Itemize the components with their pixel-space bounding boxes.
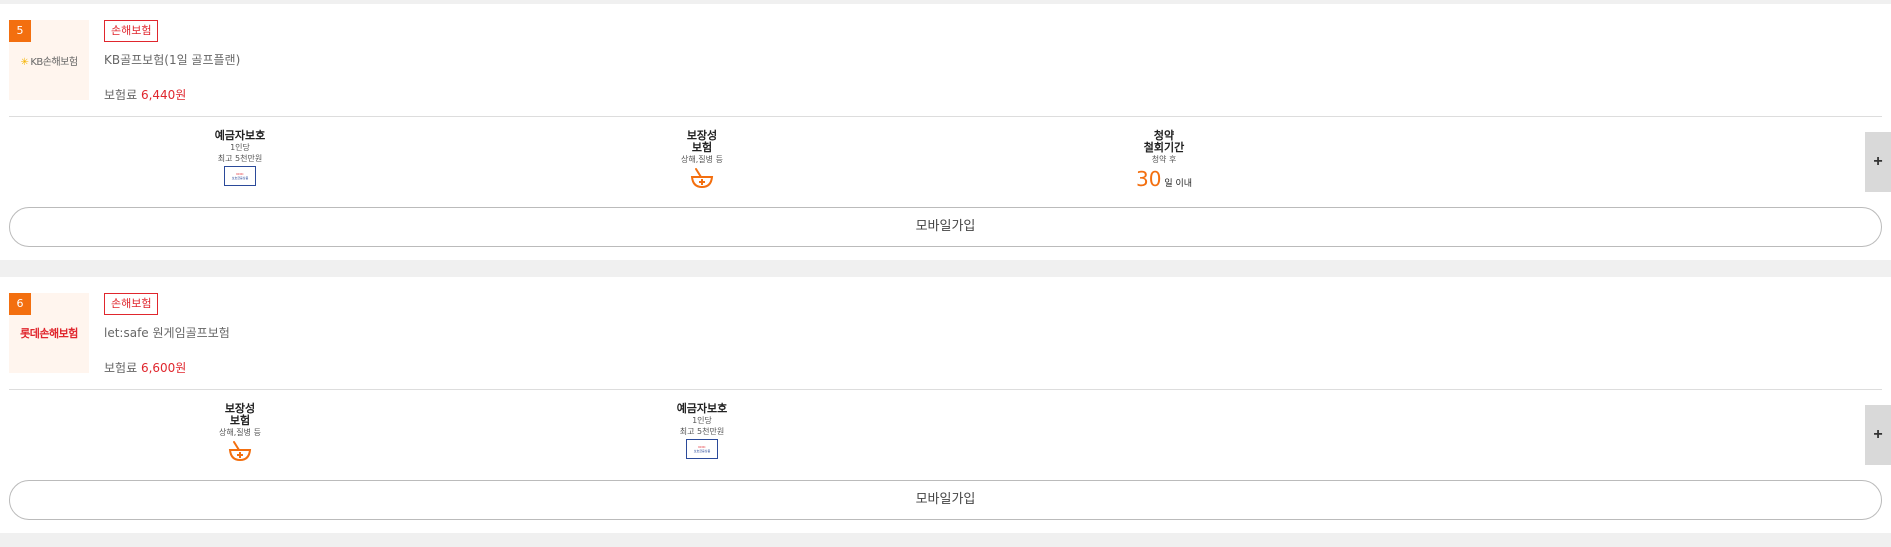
insurer-logo-text: KB손해보험	[30, 56, 78, 68]
feature-withdrawal-period: 청약 철회기간 청약 후 30 일 이내	[1114, 130, 1214, 192]
insurer-logo-text: 롯데손해보험	[20, 327, 78, 340]
withdrawal-days: 30 일 이내	[1135, 167, 1193, 191]
kdic-logo-icon: KDIC 보호금융상품	[224, 166, 256, 186]
feature-deposit-protection: 예금자보호 1인당 최고 5천만원 KDIC 보호금융상품	[652, 403, 752, 459]
mobile-join-button[interactable]: 모바일가입	[9, 207, 1882, 247]
feature-sub: 상해,질병 등	[681, 155, 723, 164]
product-name[interactable]: let:safe 원게임골프보험	[104, 324, 230, 341]
medicine-bowl-icon	[690, 168, 714, 189]
price-value: 6,440원	[140, 88, 187, 102]
feature-sub: 상해,질병 등	[219, 428, 261, 437]
feature-sub: 최고 5천만원	[217, 154, 263, 163]
feature-sub: 청약 후	[1151, 155, 1177, 164]
kb-star-icon: ✳	[20, 56, 29, 68]
feature-protection-insurance: 보장성 보험 상해,질병 등	[190, 403, 290, 462]
kdic-logo-icon: KDIC 보호금융상품	[686, 439, 718, 459]
expand-button[interactable]: +	[1865, 405, 1891, 465]
rank-badge: 5	[9, 20, 31, 42]
feature-title: 보험	[229, 414, 251, 427]
product-name[interactable]: KB골프보험(1일 골프플랜)	[104, 51, 240, 68]
rank-badge: 6	[9, 293, 31, 315]
price-label: 보험료	[104, 88, 138, 102]
feature-sub: 1인당	[230, 143, 250, 152]
feature-deposit-protection: 예금자보호 1인당 최고 5천만원 KDIC 보호금융상품	[190, 130, 290, 186]
divider	[9, 389, 1882, 390]
price: 보험료 6,440원	[104, 86, 186, 103]
category-tag: 손해보험	[104, 293, 159, 315]
expand-button[interactable]: +	[1865, 132, 1891, 192]
divider	[9, 116, 1882, 117]
medicine-bowl-icon	[228, 441, 252, 462]
feature-title: 예금자보호	[214, 129, 266, 142]
feature-sub: 최고 5천만원	[679, 427, 725, 436]
product-card: 롯데손해보험 6 손해보험 let:safe 원게임골프보험 보험료 6,600…	[0, 277, 1891, 533]
price: 보험료 6,600원	[104, 359, 186, 376]
category-tag: 손해보험	[104, 20, 159, 42]
feature-title: 철회기간	[1143, 141, 1185, 154]
feature-title: 보험	[691, 141, 713, 154]
price-label: 보험료	[104, 361, 138, 375]
mobile-join-button[interactable]: 모바일가입	[9, 480, 1882, 520]
feature-title: 예금자보호	[676, 402, 728, 415]
product-card: ✳ KB손해보험 5 손해보험 KB골프보험(1일 골프플랜) 보험료 6,440…	[0, 4, 1891, 260]
feature-sub: 1인당	[692, 416, 712, 425]
price-value: 6,600원	[140, 361, 187, 375]
feature-protection-insurance: 보장성 보험 상해,질병 등	[652, 130, 752, 189]
